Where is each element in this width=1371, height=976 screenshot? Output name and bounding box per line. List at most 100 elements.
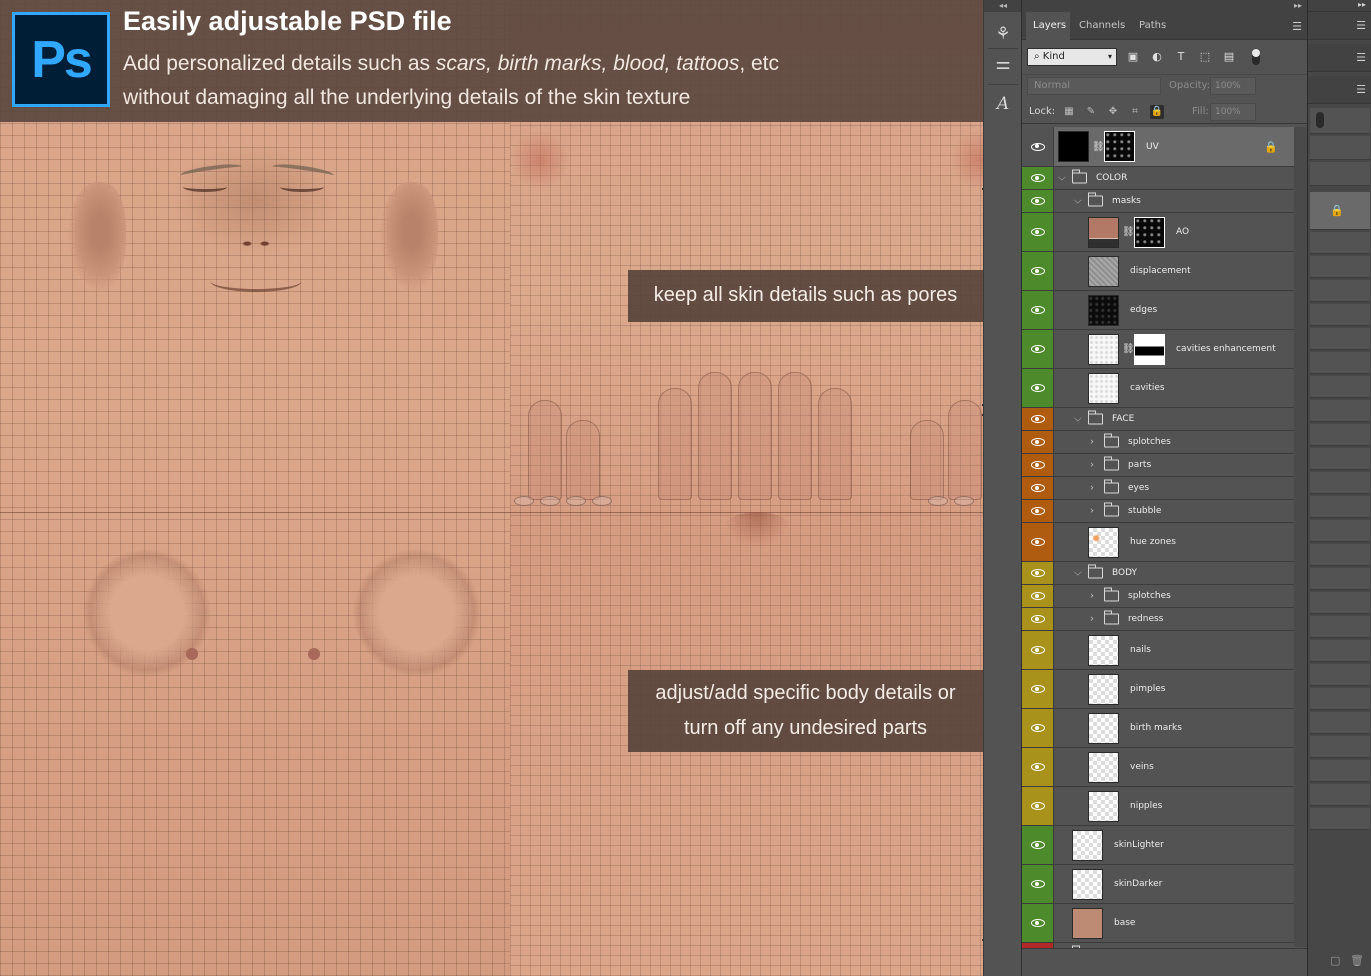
link-icon[interactable]: ⛓ (1122, 227, 1135, 238)
layer-row[interactable]: skinDarker (1022, 865, 1294, 904)
expand-dock-icon[interactable]: ▸▸ (1358, 0, 1366, 9)
layer-mask-thumbnail[interactable] (1134, 217, 1165, 248)
visibility-toggle[interactable] (1022, 709, 1054, 747)
layer-thumbnail[interactable] (1088, 791, 1119, 822)
layer-row[interactable]: birth marks (1022, 709, 1294, 748)
layer-thumbnail[interactable] (1088, 713, 1119, 744)
visibility-toggle[interactable] (1022, 369, 1054, 407)
filter-smart-object-icon[interactable]: ▤ (1222, 50, 1236, 64)
chevron-right-icon[interactable]: › (1090, 506, 1094, 517)
layer-row[interactable]: nails (1022, 631, 1294, 670)
lock-artboard-icon[interactable]: ⌗ (1128, 105, 1142, 119)
visibility-toggle[interactable] (1022, 330, 1054, 368)
tab-layers[interactable]: Layers (1026, 12, 1070, 40)
dock-selected-row[interactable]: 🔒 (1310, 192, 1370, 230)
layer-thumbnail[interactable] (1088, 295, 1119, 326)
visibility-toggle[interactable] (1022, 585, 1054, 607)
visibility-toggle[interactable] (1022, 748, 1054, 786)
chevron-down-icon[interactable]: ⌵ (1074, 568, 1082, 579)
dock-toggle[interactable] (1316, 112, 1324, 128)
visibility-toggle[interactable] (1022, 291, 1054, 329)
filter-kind-select[interactable]: ⌕ Kind ▾ (1027, 48, 1117, 66)
layer-thumbnail[interactable] (1088, 674, 1119, 705)
layer-group-row[interactable]: › splotches (1022, 585, 1294, 608)
layer-row[interactable]: ⛓ cavities enhancement (1022, 330, 1294, 369)
layer-list-scrollbar[interactable] (1294, 127, 1308, 947)
visibility-toggle[interactable] (1022, 826, 1054, 864)
visibility-toggle[interactable] (1022, 562, 1054, 584)
panel-menu-icon[interactable]: ☰ (1292, 20, 1302, 33)
visibility-toggle[interactable] (1022, 431, 1054, 453)
chevron-right-icon[interactable]: › (1090, 483, 1094, 494)
chevron-right-icon[interactable]: › (1090, 614, 1094, 625)
chevron-down-icon[interactable]: ⌵ (1074, 196, 1082, 207)
visibility-toggle[interactable] (1022, 213, 1054, 251)
link-icon[interactable]: ⛓ (1122, 344, 1135, 355)
filter-type-icon[interactable]: T (1174, 50, 1188, 64)
layer-group-row[interactable]: ⌵ FACE (1022, 408, 1294, 431)
character-panel-icon[interactable]: A (988, 90, 1018, 118)
layer-thumbnail[interactable] (1072, 908, 1103, 939)
visibility-toggle[interactable] (1022, 523, 1054, 561)
dock-menu-icon[interactable]: ☰ (1356, 83, 1366, 96)
layer-group-row[interactable]: › redness (1022, 608, 1294, 631)
layer-row[interactable]: displacement (1022, 252, 1294, 291)
visibility-toggle[interactable] (1022, 670, 1054, 708)
chevron-right-icon[interactable]: › (1090, 460, 1094, 471)
visibility-toggle[interactable] (1022, 190, 1054, 212)
layer-thumbnail[interactable] (1072, 869, 1103, 900)
chevron-down-icon[interactable]: ⌵ (1074, 414, 1082, 425)
trash-icon[interactable]: 🗑 (1350, 954, 1364, 967)
dock-menu-icon[interactable]: ☰ (1356, 19, 1366, 32)
layer-mask-thumbnail[interactable] (1104, 131, 1135, 162)
layer-group-row[interactable]: ⌵ COLOR (1022, 167, 1294, 190)
layer-thumbnail[interactable] (1088, 527, 1119, 558)
layer-thumbnail[interactable] (1088, 217, 1119, 248)
visibility-toggle[interactable] (1022, 631, 1054, 669)
layer-thumbnail[interactable] (1088, 256, 1119, 287)
layer-row[interactable]: edges (1022, 291, 1294, 330)
brush-settings-icon[interactable]: ⚘ (988, 20, 1018, 48)
visibility-toggle[interactable] (1022, 787, 1054, 825)
visibility-toggle[interactable] (1022, 252, 1054, 290)
layer-thumbnail[interactable] (1058, 131, 1089, 162)
layer-group-row[interactable]: › parts (1022, 454, 1294, 477)
visibility-toggle[interactable] (1022, 127, 1054, 166)
blend-mode-select[interactable]: Normal (1027, 77, 1161, 95)
layer-thumbnail[interactable] (1088, 334, 1119, 365)
visibility-toggle[interactable] (1022, 408, 1054, 430)
filter-adjustment-icon[interactable]: ◐ (1150, 50, 1164, 64)
layer-row[interactable]: hue zones (1022, 523, 1294, 562)
opacity-input[interactable]: 100% (1210, 77, 1256, 95)
layer-row[interactable]: base (1022, 904, 1294, 943)
visibility-toggle[interactable] (1022, 865, 1054, 903)
tab-channels[interactable]: Channels (1072, 12, 1128, 40)
visibility-toggle[interactable] (1022, 500, 1054, 522)
dock-menu-icon[interactable]: ☰ (1356, 51, 1366, 64)
layer-row[interactable]: ⛓ UV 🔒 (1022, 127, 1294, 167)
tab-paths[interactable]: Paths (1132, 12, 1172, 40)
lock-position-icon[interactable]: ✥ (1106, 105, 1120, 119)
chevron-down-icon[interactable]: ⌵ (1058, 173, 1066, 184)
layer-group-row[interactable]: ⌵ BODY (1022, 562, 1294, 585)
layer-row[interactable]: veins (1022, 748, 1294, 787)
visibility-toggle[interactable] (1022, 904, 1054, 942)
collapse-strip-icon[interactable]: ◂◂ (984, 0, 1022, 12)
new-layer-icon[interactable]: ▢ (1330, 954, 1340, 967)
layer-mask-thumbnail[interactable] (1134, 334, 1165, 365)
filter-shape-icon[interactable]: ⬚ (1198, 50, 1212, 64)
visibility-toggle[interactable] (1022, 477, 1054, 499)
layer-thumbnail[interactable] (1088, 373, 1119, 404)
layer-row[interactable]: ⛓ AO (1022, 213, 1294, 252)
layer-thumbnail[interactable] (1088, 635, 1119, 666)
fill-input[interactable]: 100% (1210, 103, 1256, 121)
chevron-right-icon[interactable]: › (1090, 437, 1094, 448)
layer-row[interactable]: pimples (1022, 670, 1294, 709)
expand-panel-icon[interactable]: ▸▸ (1294, 0, 1302, 12)
visibility-toggle[interactable] (1022, 608, 1054, 630)
layer-row[interactable]: nipples (1022, 787, 1294, 826)
layer-group-row[interactable]: › stubble (1022, 500, 1294, 523)
adjustments-icon[interactable]: ⚌ (988, 50, 1018, 78)
layer-row[interactable]: cavities (1022, 369, 1294, 408)
filter-toggle[interactable] (1252, 49, 1260, 65)
